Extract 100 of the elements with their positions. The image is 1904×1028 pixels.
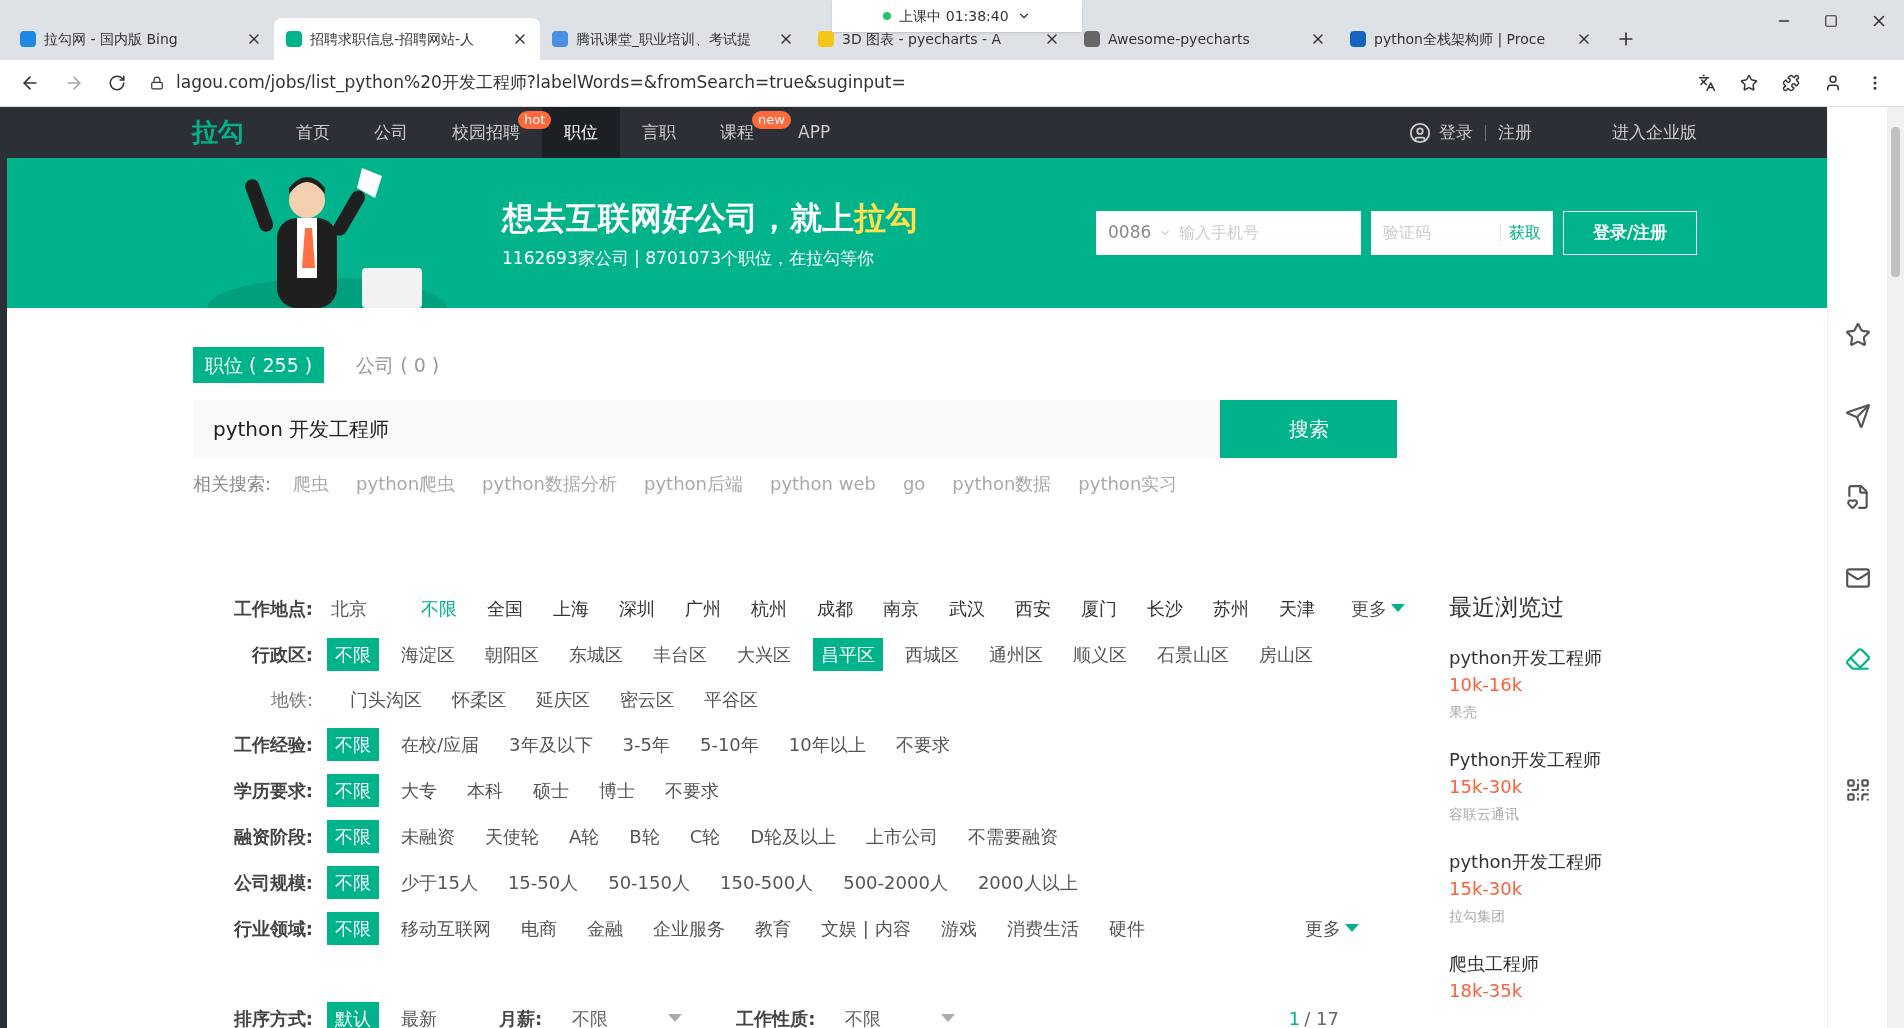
filter-option[interactable]: 10年以上 <box>780 727 874 761</box>
filter-option[interactable]: 不要求 <box>657 773 727 807</box>
filter-option[interactable]: 最新 <box>393 1001 445 1028</box>
more-button[interactable]: 更多 <box>1351 594 1405 622</box>
filter-option[interactable]: 石景山区 <box>1149 637 1237 671</box>
filter-option[interactable]: 3年及以下 <box>501 727 601 761</box>
filter-option[interactable]: B轮 <box>621 819 668 853</box>
country-code[interactable]: 0086 <box>1108 220 1152 246</box>
browser-tab[interactable]: Awesome-pyecharts <box>1072 18 1338 60</box>
star-icon[interactable] <box>1844 322 1871 348</box>
filter-option[interactable]: 丰台区 <box>645 637 715 671</box>
filter-option[interactable]: 博士 <box>591 773 643 807</box>
dropdown[interactable]: 不限 <box>572 1004 683 1028</box>
filter-option[interactable]: 上市公司 <box>858 819 947 853</box>
job-title[interactable]: Python开发工程师 <box>1449 746 1827 773</box>
filter-option[interactable]: 3-5年 <box>614 727 678 761</box>
filter-option[interactable]: 金融 <box>579 911 631 945</box>
filter-option[interactable]: 上海 <box>545 590 597 626</box>
filter-option[interactable]: 全国 <box>479 590 531 626</box>
filter-option[interactable]: 500-2000人 <box>835 865 956 899</box>
filter-option[interactable]: 不要求 <box>887 727 958 761</box>
extensions-icon[interactable] <box>1782 74 1800 92</box>
filter-option[interactable]: 长沙 <box>1139 590 1191 626</box>
scrollbar[interactable] <box>1887 107 1904 1028</box>
filter-option[interactable]: 2000人以上 <box>969 865 1086 899</box>
filter-option[interactable]: C轮 <box>681 819 729 853</box>
nav-item[interactable]: 课程 <box>720 119 754 146</box>
logo[interactable]: 拉勾 <box>192 113 244 152</box>
filter-option[interactable]: D轮及以上 <box>742 819 845 853</box>
filter-option[interactable]: 海淀区 <box>393 637 463 671</box>
bookmark-icon[interactable] <box>1740 74 1758 92</box>
filter-option[interactable]: 延庆区 <box>528 682 598 716</box>
qr-code-icon[interactable] <box>1844 777 1871 803</box>
filter-option[interactable]: 少于15人 <box>393 865 486 899</box>
filter-option[interactable]: 不需要融资 <box>960 819 1067 853</box>
filter-option[interactable]: 顺义区 <box>1065 637 1135 671</box>
filter-option[interactable]: 怀柔区 <box>444 682 514 716</box>
filter-option[interactable]: 门头沟区 <box>342 682 430 716</box>
reload-icon[interactable] <box>108 74 126 92</box>
filter-option[interactable]: 移动互联网 <box>393 911 499 945</box>
browser-tab[interactable]: 腾讯课堂_职业培训、考试提 <box>540 18 806 60</box>
filter-option[interactable]: 文娱 | 内容 <box>813 911 919 945</box>
filter-option[interactable]: 东城区 <box>561 637 631 671</box>
inbox-icon[interactable] <box>1844 565 1871 591</box>
filter-option[interactable]: 南京 <box>875 590 927 626</box>
eraser-icon[interactable] <box>1844 646 1871 672</box>
translate-icon[interactable] <box>1698 74 1716 92</box>
more-button[interactable]: 更多 <box>1305 914 1359 942</box>
nav-item[interactable]: 校园招聘 <box>452 119 520 146</box>
filter-option[interactable]: 天津 <box>1271 590 1323 626</box>
filter-option[interactable]: A轮 <box>561 819 608 853</box>
filter-option[interactable]: 企业服务 <box>645 911 733 945</box>
send-icon[interactable] <box>1844 403 1871 429</box>
login-link[interactable]: 登录 <box>1439 119 1473 146</box>
filter-option[interactable]: 教育 <box>747 911 799 945</box>
filter-option[interactable]: 5-10年 <box>691 727 767 761</box>
filter-option[interactable]: 广州 <box>677 590 729 626</box>
job-title[interactable]: python开发工程师 <box>1449 644 1827 671</box>
filter-option[interactable]: 厦门 <box>1073 590 1125 626</box>
register-link[interactable]: 注册 <box>1498 119 1532 146</box>
dropdown[interactable]: 不限 <box>845 1004 956 1028</box>
filter-option[interactable]: 50-150人 <box>600 865 698 899</box>
filter-option[interactable]: 武汉 <box>941 590 993 626</box>
maximize-icon[interactable] <box>1824 14 1838 28</box>
filter-option[interactable]: 游戏 <box>932 911 985 945</box>
job-title[interactable]: 爬虫工程师 <box>1449 950 1827 977</box>
resume-icon[interactable] <box>1844 484 1871 510</box>
filter-option[interactable]: 电商 <box>513 911 565 945</box>
filter-option[interactable]: 消费生活 <box>998 911 1087 945</box>
filter-option[interactable]: 未融资 <box>393 819 463 853</box>
filter-option[interactable]: 西城区 <box>897 637 967 671</box>
filter-option[interactable]: 大兴区 <box>729 637 799 671</box>
browser-tab[interactable]: 招聘求职信息-招聘网站-人 <box>274 18 540 60</box>
nav-item[interactable]: 公司 <box>374 119 408 146</box>
filter-option[interactable]: 苏州 <box>1205 590 1257 626</box>
search-field[interactable]: python 开发工程师 <box>193 400 1220 458</box>
filter-option[interactable]: 平谷区 <box>696 682 766 716</box>
nav-item[interactable]: 言职 <box>642 119 676 146</box>
filter-option[interactable]: 成都 <box>809 590 861 626</box>
filter-option[interactable]: 硬件 <box>1100 911 1153 945</box>
filter-option[interactable]: 大专 <box>393 773 445 807</box>
filter-option[interactable]: 房山区 <box>1251 637 1321 671</box>
filter-option[interactable]: 在校/应届 <box>393 727 488 761</box>
nav-item[interactable]: 首页 <box>296 119 330 146</box>
filter-option[interactable]: 通州区 <box>981 637 1051 671</box>
filter-option[interactable]: 杭州 <box>743 590 795 626</box>
nav-item[interactable]: APP <box>798 119 831 146</box>
filter-option[interactable]: 朝阳区 <box>477 637 547 671</box>
filter-option[interactable]: 150-500人 <box>712 865 822 899</box>
filter-option[interactable]: 硕士 <box>525 773 577 807</box>
filter-option[interactable]: 天使轮 <box>477 819 547 853</box>
profile-icon[interactable] <box>1824 74 1842 92</box>
enterprise-link[interactable]: 进入企业版 <box>1612 119 1697 146</box>
job-title[interactable]: python开发工程师 <box>1449 848 1827 875</box>
browser-tab[interactable]: 拉勾网 - 国内版 Bing <box>8 18 274 60</box>
filter-option[interactable]: 深圳 <box>611 590 663 626</box>
filter-option[interactable]: 本科 <box>459 773 511 807</box>
filter-option[interactable]: 15-50人 <box>499 865 587 899</box>
filter-option[interactable]: 西安 <box>1007 590 1059 626</box>
filter-option[interactable]: 密云区 <box>612 682 682 716</box>
